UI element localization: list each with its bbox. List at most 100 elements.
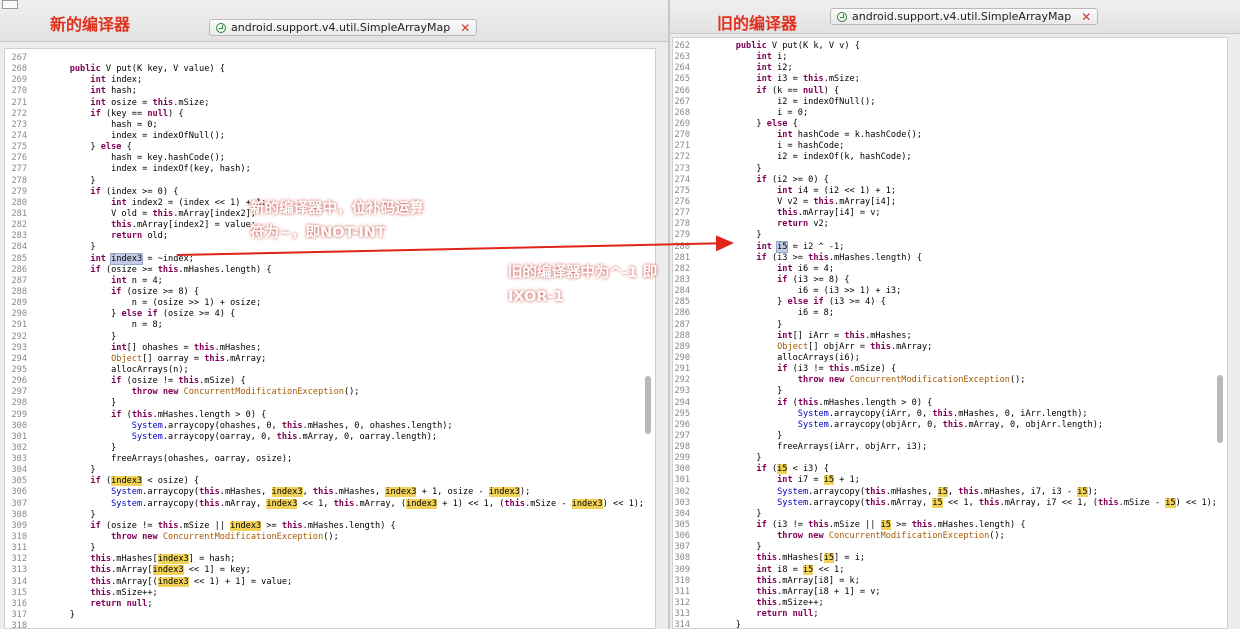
code-line[interactable]: 272 i2 = indexOf(k, hashCode); xyxy=(673,152,1227,163)
code-line[interactable]: 299 if (this.mHashes.length > 0) { xyxy=(5,410,655,421)
code-line[interactable]: 295 System.arraycopy(iArr, 0, this.mHash… xyxy=(673,409,1227,420)
code-line[interactable]: 303 freeArrays(ohashes, oarray, osize); xyxy=(5,454,655,465)
code-line[interactable]: 314 this.mArray[(index3 << 1) + 1] = val… xyxy=(5,576,655,588)
code-line[interactable]: 309 int i8 = i5 << 1; xyxy=(673,564,1227,576)
code-line[interactable]: 303 System.arraycopy(this.mArray, i5 << … xyxy=(673,497,1227,509)
code-line[interactable]: 270 int hash; xyxy=(5,86,655,97)
code-line[interactable]: 312 this.mSize++; xyxy=(673,598,1227,609)
code-line[interactable]: 285 } else if (i3 >= 4) { xyxy=(673,297,1227,308)
code-line[interactable]: 296 System.arraycopy(objArr, 0, this.mAr… xyxy=(673,420,1227,431)
code-line[interactable]: 299 } xyxy=(673,453,1227,464)
code-line[interactable]: 290 } else if (osize >= 4) { xyxy=(5,309,655,320)
code-line[interactable]: 283 if (i3 >= 8) { xyxy=(673,275,1227,286)
pencil-icon[interactable] xyxy=(2,0,18,9)
code-line[interactable]: 263 int i; xyxy=(673,52,1227,63)
code-line[interactable]: 294 if (this.mHashes.length > 0) { xyxy=(673,398,1227,409)
code-line[interactable]: 308 } xyxy=(5,510,655,521)
code-line[interactable]: 278 } xyxy=(5,176,655,187)
code-line[interactable]: 271 int osize = this.mSize; xyxy=(5,98,655,109)
code-line[interactable]: 287 } xyxy=(673,320,1227,331)
code-line[interactable]: 274 index = indexOfNull(); xyxy=(5,131,655,142)
code-line[interactable]: 265 int i3 = this.mSize; xyxy=(673,74,1227,85)
code-line[interactable]: 281 if (i3 >= this.mHashes.length) { xyxy=(673,253,1227,264)
code-line[interactable]: 292 } xyxy=(5,332,655,343)
code-line[interactable]: 316 return null; xyxy=(5,599,655,610)
code-line[interactable]: 311 this.mArray[i8 + 1] = v; xyxy=(673,587,1227,598)
code-line[interactable]: 273 } xyxy=(673,164,1227,175)
code-line[interactable]: 307 System.arraycopy(this.mArray, index3… xyxy=(5,498,655,510)
code-line[interactable]: 268 i = 0; xyxy=(673,108,1227,119)
code-line[interactable]: 280 int i5 = i2 ^ -1; xyxy=(673,240,1227,253)
code-line[interactable]: 276 hash = key.hashCode(); xyxy=(5,153,655,164)
close-icon[interactable]: ✕ xyxy=(460,21,470,35)
code-line[interactable]: 269 } else { xyxy=(673,119,1227,130)
code-line[interactable]: 275 } else { xyxy=(5,142,655,153)
code-line[interactable]: 276 V v2 = this.mArray[i4]; xyxy=(673,197,1227,208)
code-line[interactable]: 272 if (key == null) { xyxy=(5,109,655,120)
code-line[interactable]: 278 return v2; xyxy=(673,219,1227,230)
code-line[interactable]: 306 throw new ConcurrentModificationExce… xyxy=(673,531,1227,542)
code-line[interactable]: 282 int i6 = 4; xyxy=(673,264,1227,275)
code-line[interactable]: 291 n = 8; xyxy=(5,320,655,331)
code-line[interactable]: 267 i2 = indexOfNull(); xyxy=(673,97,1227,108)
code-line[interactable]: 301 int i7 = i5 + 1; xyxy=(673,475,1227,486)
code-line[interactable]: 318 xyxy=(5,621,655,628)
right-code-editor[interactable]: 262 public V put(K k, V v) {263 int i; 26… xyxy=(672,37,1228,629)
left-code-editor[interactable]: 267 268 public V put(K key, V value) {269… xyxy=(4,48,656,629)
code-line[interactable]: 310 this.mArray[i8] = k; xyxy=(673,576,1227,587)
code-line[interactable]: 304 } xyxy=(673,509,1227,520)
code-line[interactable]: 275 int i4 = (i2 << 1) + 1; xyxy=(673,186,1227,197)
code-line[interactable]: 310 throw new ConcurrentModificationExce… xyxy=(5,532,655,543)
code-line[interactable]: 307 } xyxy=(673,542,1227,553)
code-line[interactable]: 297 throw new ConcurrentModificationExce… xyxy=(5,387,655,398)
code-line[interactable]: 313 this.mArray[index3 << 1] = key; xyxy=(5,565,655,576)
code-line[interactable]: 262 public V put(K k, V v) { xyxy=(673,41,1227,52)
code-line[interactable]: 298 } xyxy=(5,398,655,409)
code-line[interactable]: 289 Object[] objArr = this.mArray; xyxy=(673,342,1227,353)
code-line[interactable]: 295 allocArrays(n); xyxy=(5,365,655,376)
code-line[interactable]: 308 this.mHashes[i5] = i; xyxy=(673,553,1227,564)
code-line[interactable]: 315 this.mSize++; xyxy=(5,588,655,599)
code-line[interactable]: 309 if (osize != this.mSize || index3 >=… xyxy=(5,520,655,532)
code-line[interactable]: 274 if (i2 >= 0) { xyxy=(673,175,1227,186)
code-line[interactable]: 301 System.arraycopy(oarray, 0, this.mAr… xyxy=(5,432,655,443)
code-line[interactable]: 284 i6 = (i3 >> 1) + i3; xyxy=(673,286,1227,297)
vertical-scrollbar[interactable] xyxy=(645,376,651,434)
code-line[interactable]: 286 i6 = 8; xyxy=(673,308,1227,319)
code-line[interactable]: 288 int[] iArr = this.mHashes; xyxy=(673,331,1227,342)
code-line[interactable]: 264 int i2; xyxy=(673,63,1227,74)
code-line[interactable]: 277 this.mArray[i4] = v; xyxy=(673,208,1227,219)
code-line[interactable]: 270 int hashCode = k.hashCode(); xyxy=(673,130,1227,141)
code-line[interactable]: 302 System.arraycopy(this.mHashes, i5, t… xyxy=(673,486,1227,498)
code-line[interactable]: 306 System.arraycopy(this.mHashes, index… xyxy=(5,487,655,498)
close-icon[interactable]: ✕ xyxy=(1081,10,1091,24)
code-line[interactable]: 269 int index; xyxy=(5,75,655,86)
code-line[interactable]: 305 if (index3 < osize) { xyxy=(5,476,655,487)
vertical-scrollbar[interactable] xyxy=(1217,375,1223,443)
code-line[interactable]: 314 } xyxy=(673,620,1227,628)
tab-simplearraymap-right[interactable]: android.support.v4.util.SimpleArrayMap ✕ xyxy=(830,8,1099,25)
code-line[interactable]: 292 throw new ConcurrentModificationExce… xyxy=(673,375,1227,386)
code-line[interactable]: 300 if (i5 < i3) { xyxy=(673,464,1227,475)
code-line[interactable]: 317 } xyxy=(5,610,655,621)
code-line[interactable]: 302 } xyxy=(5,443,655,454)
code-line[interactable]: 296 if (osize != this.mSize) { xyxy=(5,376,655,387)
code-line[interactable]: 273 hash = 0; xyxy=(5,120,655,131)
code-line[interactable]: 300 System.arraycopy(ohashes, 0, this.mH… xyxy=(5,421,655,432)
tab-simplearraymap-left[interactable]: android.support.v4.util.SimpleArrayMap ✕ xyxy=(209,19,478,36)
code-line[interactable]: 297 } xyxy=(673,431,1227,442)
code-line[interactable]: 304 } xyxy=(5,465,655,476)
code-line[interactable]: 266 if (k == null) { xyxy=(673,86,1227,97)
code-line[interactable]: 268 public V put(K key, V value) { xyxy=(5,64,655,75)
code-line[interactable]: 311 } xyxy=(5,543,655,554)
code-line[interactable]: 293 int[] ohashes = this.mHashes; xyxy=(5,343,655,354)
code-line[interactable]: 294 Object[] oarray = this.mArray; xyxy=(5,354,655,365)
code-line[interactable]: 291 if (i3 != this.mSize) { xyxy=(673,364,1227,375)
code-line[interactable]: 277 index = indexOf(key, hash); xyxy=(5,164,655,175)
code-line[interactable]: 298 freeArrays(iArr, objArr, i3); xyxy=(673,442,1227,453)
code-line[interactable]: 313 return null; xyxy=(673,609,1227,620)
code-line[interactable]: 279 } xyxy=(673,230,1227,241)
code-line[interactable]: 290 allocArrays(i6); xyxy=(673,353,1227,364)
code-line[interactable]: 271 i = hashCode; xyxy=(673,141,1227,152)
code-line[interactable]: 267 xyxy=(5,53,655,64)
